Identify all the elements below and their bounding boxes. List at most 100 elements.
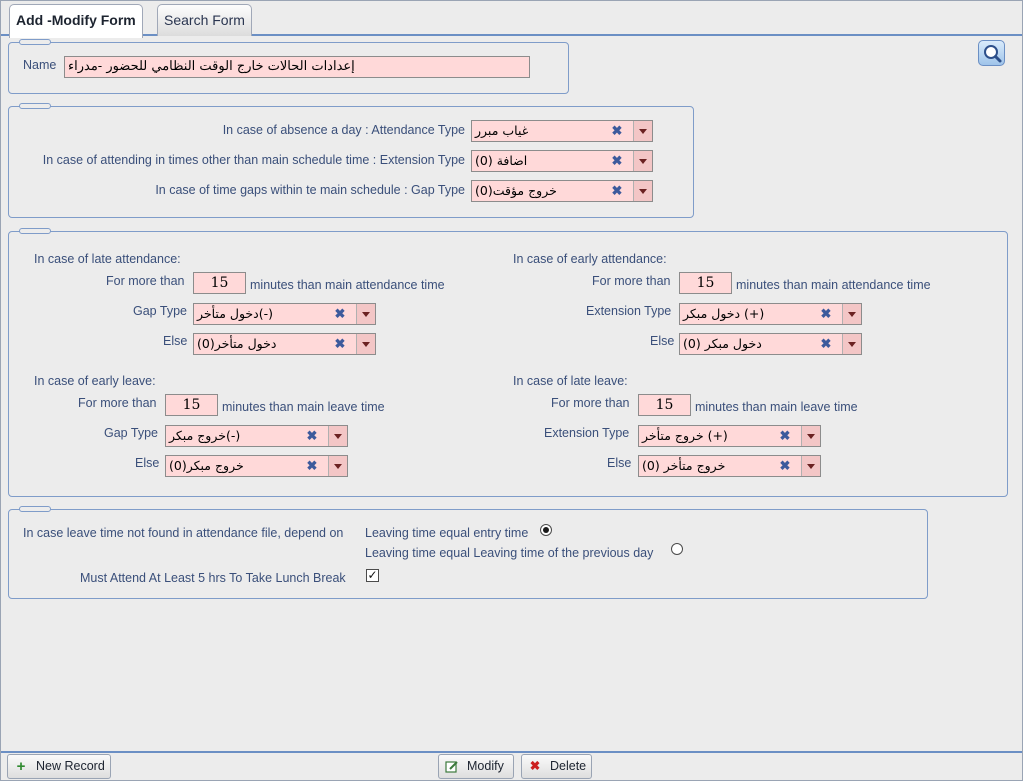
extension-type-select[interactable]: اضافة (0) ✖ xyxy=(471,150,653,172)
edit-icon xyxy=(445,755,459,782)
late-leave-else-label: Else xyxy=(607,456,632,470)
chevron-down-icon[interactable] xyxy=(633,151,652,171)
chevron-down-icon[interactable] xyxy=(633,181,652,201)
chevron-down-icon[interactable] xyxy=(842,304,861,324)
panel-collapse-handle[interactable] xyxy=(19,39,51,45)
late-attendance-for-label: For more than xyxy=(106,274,185,288)
late-attendance-else-value: دخول متأخر(0) xyxy=(197,336,277,351)
option-entry-time-radio[interactable] xyxy=(540,524,552,536)
chevron-down-icon[interactable] xyxy=(356,334,375,354)
chevron-down-icon[interactable] xyxy=(801,426,820,446)
early-leave-minutes-input[interactable]: 15 xyxy=(165,394,218,416)
option-previous-day-label: Leaving time equal Leaving time of the p… xyxy=(365,546,654,560)
rules-panel: In case of late attendance: For more tha… xyxy=(8,228,1008,497)
late-attendance-type-label: Gap Type xyxy=(133,304,187,318)
delete-label: Delete xyxy=(550,759,587,773)
late-leave-type-label: Extension Type xyxy=(544,426,630,440)
extension-type-label: In case of attending in times other than… xyxy=(42,153,465,167)
late-leave-header: In case of late leave: xyxy=(513,374,628,388)
early-attendance-else-value: دخول مبكر (0) xyxy=(683,336,762,351)
gap-type-value: خروج مؤقت(0) xyxy=(475,183,557,198)
name-label: Name xyxy=(23,58,57,72)
modify-button[interactable]: Modify xyxy=(438,754,514,779)
magnifier-icon xyxy=(984,45,1002,63)
option-previous-day-radio[interactable] xyxy=(671,543,683,555)
early-leave-for-label: For more than xyxy=(78,396,157,410)
early-attendance-else-label: Else xyxy=(650,334,675,348)
search-button[interactable] xyxy=(978,40,1005,66)
lunch-break-checkbox[interactable]: ✓ xyxy=(366,569,379,582)
clear-x-icon[interactable]: ✖ xyxy=(819,307,833,321)
depend-label: In case leave time not found in attendan… xyxy=(23,526,344,540)
absence-type-label: In case of absence a day : Attendance Ty… xyxy=(222,123,465,137)
late-leave-for-label: For more than xyxy=(551,396,630,410)
chevron-down-icon[interactable] xyxy=(328,456,347,476)
early-leave-suffix: minutes than main leave time xyxy=(222,400,385,414)
delete-button[interactable]: ✖ Delete xyxy=(521,754,592,779)
late-attendance-type-value: دخول متأخر(-) xyxy=(197,306,273,321)
late-leave-type-value: خروج متأخر (+) xyxy=(642,428,728,443)
early-leave-type-value: خروج مبكر(-) xyxy=(169,428,241,443)
late-attendance-minutes-input[interactable]: 15 xyxy=(193,272,246,294)
late-attendance-header: In case of late attendance: xyxy=(34,252,181,266)
early-leave-else-label: Else xyxy=(135,456,160,470)
late-leave-minutes-input[interactable]: 15 xyxy=(638,394,691,416)
new-record-button[interactable]: + New Record xyxy=(7,754,111,779)
early-attendance-type-select[interactable]: دخول مبكر (+) ✖ xyxy=(679,303,862,325)
new-record-label: New Record xyxy=(36,759,105,773)
early-attendance-minutes-input[interactable]: 15 xyxy=(679,272,732,294)
chevron-down-icon[interactable] xyxy=(842,334,861,354)
panel-collapse-handle[interactable] xyxy=(19,103,51,109)
clear-x-icon[interactable]: ✖ xyxy=(305,429,319,443)
clear-x-icon[interactable]: ✖ xyxy=(610,124,624,138)
late-attendance-else-label: Else xyxy=(163,334,188,348)
clear-x-icon[interactable]: ✖ xyxy=(305,459,319,473)
tab-search-form[interactable]: Search Form xyxy=(157,4,252,36)
late-attendance-else-select[interactable]: دخول متأخر(0) ✖ xyxy=(193,333,376,355)
late-leave-type-select[interactable]: خروج متأخر (+) ✖ xyxy=(638,425,821,447)
early-leave-type-select[interactable]: خروج مبكر(-) ✖ xyxy=(165,425,348,447)
early-leave-else-select[interactable]: خروج مبكر(0) ✖ xyxy=(165,455,348,477)
chevron-down-icon[interactable] xyxy=(633,121,652,141)
clear-x-icon[interactable]: ✖ xyxy=(778,429,792,443)
early-leave-type-label: Gap Type xyxy=(104,426,158,440)
early-attendance-type-value: دخول مبكر (+) xyxy=(683,306,765,321)
clear-x-icon[interactable]: ✖ xyxy=(610,154,624,168)
chevron-down-icon[interactable] xyxy=(356,304,375,324)
late-leave-else-select[interactable]: خروج متأخر (0) ✖ xyxy=(638,455,821,477)
tab-bar: Add -Modify Form Search Form xyxy=(1,1,1022,38)
late-attendance-suffix: minutes than main attendance time xyxy=(250,278,445,292)
tab-add-modify-form[interactable]: Add -Modify Form xyxy=(9,4,143,38)
clear-x-icon[interactable]: ✖ xyxy=(778,459,792,473)
name-input[interactable]: إعدادات الحالات خارج الوقت النظامي للحضو… xyxy=(64,56,530,78)
late-leave-else-value: خروج متأخر (0) xyxy=(642,458,726,473)
panel-collapse-handle[interactable] xyxy=(19,506,51,512)
x-icon: ✖ xyxy=(529,759,541,773)
chevron-down-icon[interactable] xyxy=(801,456,820,476)
late-attendance-type-select[interactable]: دخول متأخر(-) ✖ xyxy=(193,303,376,325)
absence-type-select[interactable]: غياب مبرر ✖ xyxy=(471,120,653,142)
early-attendance-for-label: For more than xyxy=(592,274,671,288)
gap-type-select[interactable]: خروج مؤقت(0) ✖ xyxy=(471,180,653,202)
clear-x-icon[interactable]: ✖ xyxy=(333,337,347,351)
gap-type-label: In case of time gaps within te main sche… xyxy=(155,183,465,197)
plus-icon: + xyxy=(16,758,26,775)
early-attendance-suffix: minutes than main attendance time xyxy=(736,278,931,292)
chevron-down-icon[interactable] xyxy=(328,426,347,446)
modify-label: Modify xyxy=(467,759,504,773)
early-attendance-else-select[interactable]: دخول مبكر (0) ✖ xyxy=(679,333,862,355)
early-attendance-type-label: Extension Type xyxy=(586,304,672,318)
early-leave-header: In case of early leave: xyxy=(34,374,156,388)
early-leave-else-value: خروج مبكر(0) xyxy=(169,458,244,473)
leave-options-panel: In case leave time not found in attendan… xyxy=(8,506,928,599)
option-entry-time-label: Leaving time equal entry time xyxy=(365,526,529,540)
lunch-break-label: Must Attend At Least 5 hrs To Take Lunch… xyxy=(80,571,346,585)
late-leave-suffix: minutes than main leave time xyxy=(695,400,858,414)
extension-type-value: اضافة (0) xyxy=(475,153,528,168)
clear-x-icon[interactable]: ✖ xyxy=(610,184,624,198)
panel-collapse-handle[interactable] xyxy=(19,228,51,234)
absence-type-value: غياب مبرر xyxy=(475,123,529,138)
clear-x-icon[interactable]: ✖ xyxy=(333,307,347,321)
app-window: Add -Modify Form Search Form Name إعدادا… xyxy=(0,0,1023,781)
clear-x-icon[interactable]: ✖ xyxy=(819,337,833,351)
